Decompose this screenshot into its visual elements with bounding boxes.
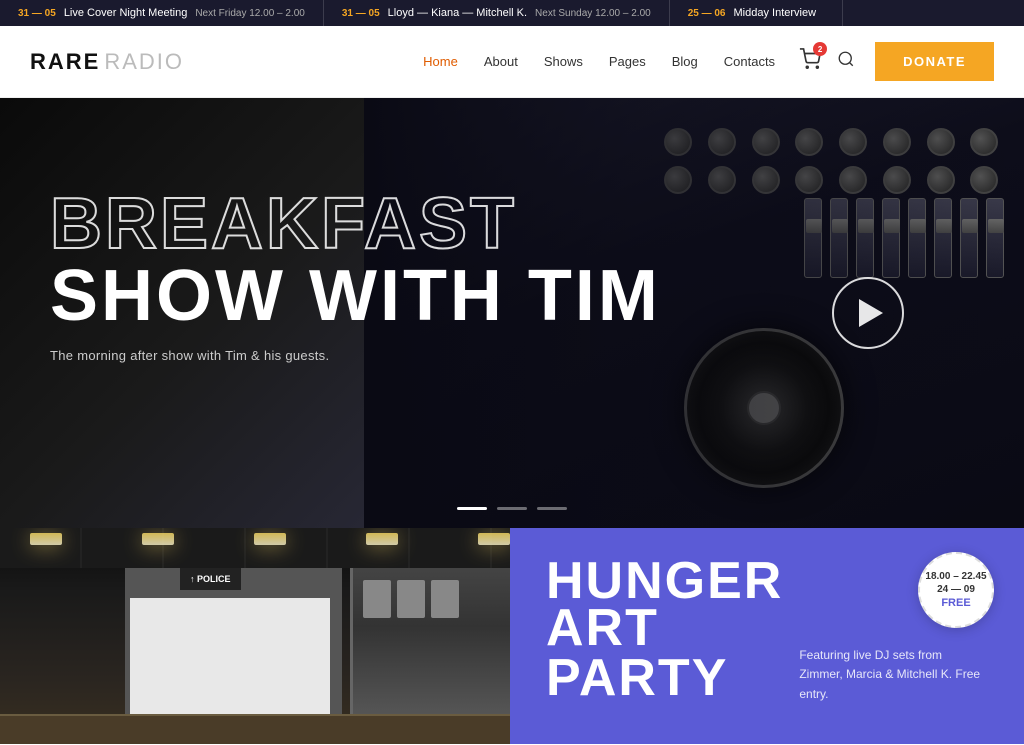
cart-button[interactable]: 2 — [799, 48, 821, 75]
event-badge-date: 24 — 09 — [937, 583, 975, 596]
nav-blog[interactable]: Blog — [672, 54, 698, 69]
event-description: Featuring live DJ sets from Zimmer, Marc… — [799, 646, 988, 704]
main-nav: Home About Shows Pages Blog Contacts — [423, 54, 775, 69]
ticker-title-3: Midday Interview — [734, 7, 817, 19]
ticker-date-3: 25 — 06 — [688, 8, 726, 19]
header-icons: 2 — [799, 48, 855, 75]
police-sign: ↑ POLICE — [180, 568, 241, 590]
event-party-label: PARTY — [546, 652, 783, 704]
ticker-time-2: Next Sunday 12.00 – 2.00 — [535, 8, 651, 19]
ticker-item-1: 31 — 05 Live Cover Night Meeting Next Fr… — [0, 0, 324, 26]
logo-light: RADIO — [104, 49, 184, 75]
nav-shows[interactable]: Shows — [544, 54, 583, 69]
logo[interactable]: RARE RADIO — [30, 49, 184, 75]
event-card: 18.00 – 22.45 24 — 09 FREE HUNGER ART PA… — [510, 528, 1024, 744]
search-icon — [837, 50, 855, 68]
subway-light — [142, 533, 174, 545]
slider-dots — [457, 507, 567, 510]
train-window — [363, 580, 391, 618]
hero-content: BREAKFAST SHOW WITH TIM The morning afte… — [50, 188, 661, 363]
ticker-date-2: 31 — 05 — [342, 8, 380, 19]
subway-lights — [0, 533, 510, 545]
subway-light — [254, 533, 286, 545]
nav-about[interactable]: About — [484, 54, 518, 69]
slider-dot-1[interactable] — [457, 507, 487, 510]
logo-bold: RARE — [30, 49, 100, 75]
train-window — [431, 580, 459, 618]
slider-dot-2[interactable] — [497, 507, 527, 510]
event-name-block: HUNGER ART PARTY — [546, 558, 783, 704]
play-icon — [859, 299, 883, 327]
ticker-date-1: 31 — 05 — [18, 8, 56, 19]
hero-name-text: WITH TIM — [309, 256, 661, 336]
ticker-time-1: Next Friday 12.00 – 2.00 — [195, 8, 305, 19]
train-windows — [353, 568, 510, 630]
hero-show-text: SHOW — [50, 256, 309, 336]
hero-subtitle: The morning after show with Tim & his gu… — [50, 348, 661, 363]
donate-button[interactable]: DONATE — [875, 42, 994, 81]
ticker-bar: 31 — 05 Live Cover Night Meeting Next Fr… — [0, 0, 1024, 26]
site-header: RARE RADIO Home About Shows Pages Blog C… — [0, 26, 1024, 98]
nav-contacts[interactable]: Contacts — [724, 54, 775, 69]
subway-pillar-2 — [330, 568, 342, 714]
subway-image: ↑ POLICE — [0, 528, 510, 744]
hero-section: BREAKFAST SHOW WITH TIM The morning afte… — [0, 98, 1024, 528]
event-name: HUNGER ART — [546, 558, 783, 652]
subway-train — [350, 568, 510, 714]
ticker-title-2: Lloyd — Kiana — Mitchell K. — [388, 7, 527, 19]
event-badge-free: FREE — [941, 596, 970, 610]
hero-title-solid: SHOW WITH TIM — [50, 260, 661, 332]
play-button[interactable] — [832, 277, 904, 349]
event-badge-time: 18.00 – 22.45 — [925, 570, 986, 583]
ticker-title-1: Live Cover Night Meeting — [64, 7, 188, 19]
subway-light — [366, 533, 398, 545]
train-window — [397, 580, 425, 618]
bottom-section: ↑ POLICE 18.00 – 22.45 24 — 09 FREE HUNG… — [0, 528, 1024, 744]
ticker-item-2: 31 — 05 Lloyd — Kiana — Mitchell K. Next… — [324, 0, 670, 26]
event-badge: 18.00 – 22.45 24 — 09 FREE — [918, 552, 994, 628]
nav-home[interactable]: Home — [423, 54, 458, 69]
nav-pages[interactable]: Pages — [609, 54, 646, 69]
search-button[interactable] — [837, 50, 855, 73]
cart-count: 2 — [813, 42, 827, 56]
subway-light — [478, 533, 510, 545]
slider-dot-3[interactable] — [537, 507, 567, 510]
hero-title-outline: BREAKFAST — [50, 188, 661, 260]
subway-light — [30, 533, 62, 545]
ticker-item-3: 25 — 06 Midday Interview — [670, 0, 843, 26]
subway-floor — [0, 714, 510, 744]
